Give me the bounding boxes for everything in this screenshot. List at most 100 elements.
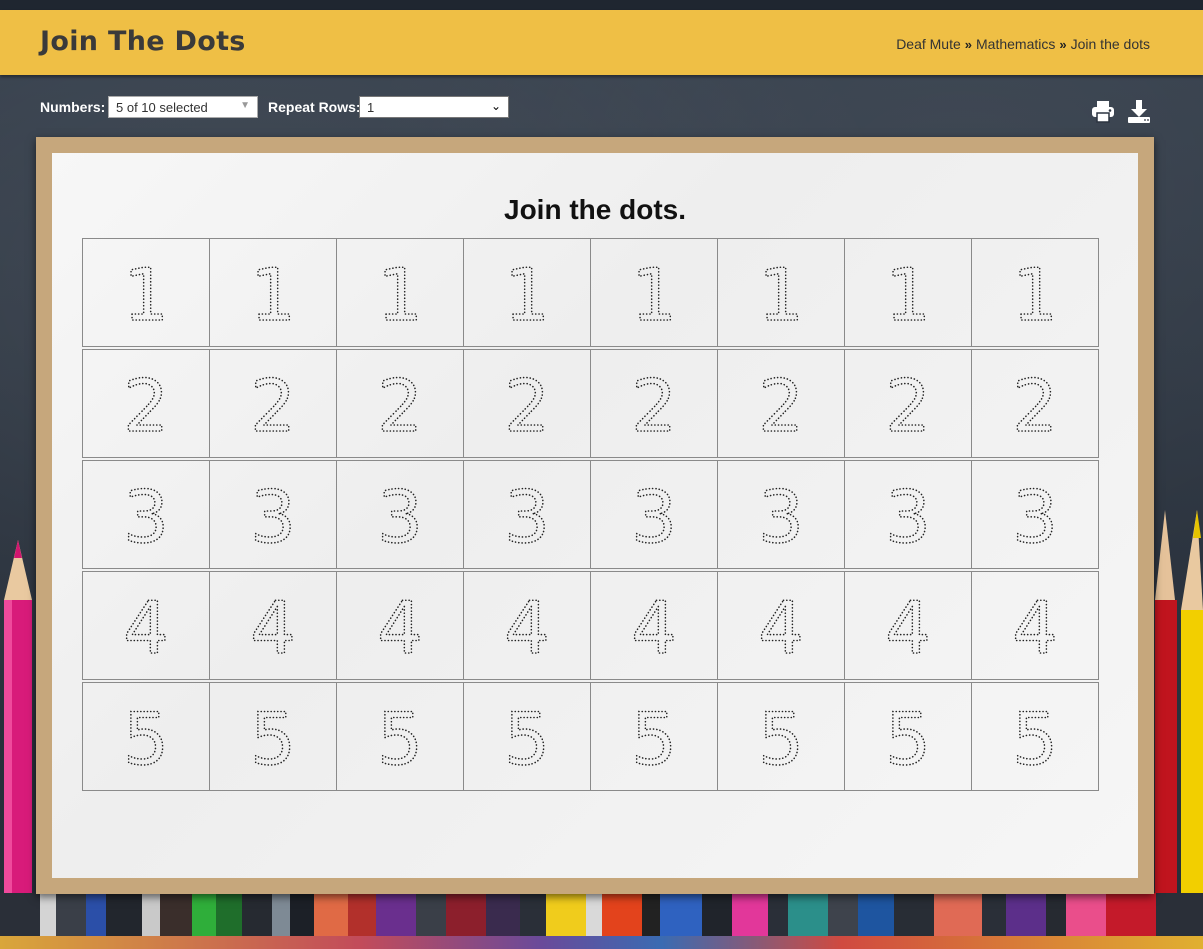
- dotted-digit-text: 2: [123, 369, 169, 439]
- dotted-digit-text: 4: [250, 591, 296, 661]
- dotted-digit-text: 3: [1012, 480, 1058, 550]
- dotted-digit: 5: [503, 702, 550, 772]
- tracing-cell: 4: [209, 571, 337, 680]
- tracing-cell: 3: [209, 460, 337, 569]
- dotted-digit-text: 2: [504, 369, 550, 439]
- tracing-cell: 3: [590, 460, 718, 569]
- tracing-cell: 1: [971, 238, 1099, 347]
- dotted-digit: 3: [630, 480, 677, 550]
- numbers-select[interactable]: 5 of 10 selected ▼: [108, 96, 258, 118]
- worksheet-row: 5 5 5 5 5 5 5 5: [82, 682, 1108, 791]
- dotted-digit-text: 1: [504, 258, 550, 328]
- dotted-digit-text: 1: [631, 258, 677, 328]
- dotted-digit: 1: [376, 258, 423, 328]
- tracing-cell: 3: [463, 460, 591, 569]
- dotted-digit: 1: [757, 258, 804, 328]
- dotted-digit-text: 5: [1012, 702, 1058, 772]
- numbers-label: Numbers:: [40, 99, 106, 115]
- dotted-digit-text: 3: [250, 480, 296, 550]
- dotted-digit-text: 1: [377, 258, 423, 328]
- dotted-digit: 5: [1011, 702, 1058, 772]
- tracing-cell: 5: [971, 682, 1099, 791]
- worksheet-title: Join the dots.: [504, 194, 686, 225]
- dotted-digit-text: 3: [123, 480, 169, 550]
- site-header: Join The Dots Deaf Mute » Mathematics » …: [0, 10, 1203, 75]
- dotted-digit-text: 2: [250, 369, 296, 439]
- repeat-rows-select[interactable]: 1 ⌄: [359, 96, 509, 118]
- tracing-cell: 5: [336, 682, 464, 791]
- tracing-cell: 2: [844, 349, 972, 458]
- dotted-digit-text: 5: [631, 702, 677, 772]
- dotted-digit: 5: [757, 702, 804, 772]
- tracing-cell: 5: [463, 682, 591, 791]
- tracing-cell: 2: [82, 349, 210, 458]
- tracing-cell: 3: [844, 460, 972, 569]
- pencil-decoration-left: [4, 540, 32, 940]
- dotted-digit: 3: [757, 480, 804, 550]
- tracing-cell: 3: [82, 460, 210, 569]
- dotted-digit: 2: [376, 369, 423, 439]
- tracing-cell: 1: [209, 238, 337, 347]
- numbers-select-value: 5 of 10 selected: [116, 100, 208, 115]
- dotted-digit-text: 4: [758, 591, 804, 661]
- dotted-digit: 5: [122, 702, 169, 772]
- dotted-digit-text: 4: [377, 591, 423, 661]
- dotted-digit: 5: [249, 702, 296, 772]
- tracing-cell: 3: [717, 460, 845, 569]
- tracing-cell: 1: [82, 238, 210, 347]
- bottom-color-bar: [0, 936, 1203, 949]
- dotted-digit-text: 2: [758, 369, 804, 439]
- dotted-digit-text: 5: [377, 702, 423, 772]
- dotted-digit-text: 3: [758, 480, 804, 550]
- tracing-cell: 2: [971, 349, 1099, 458]
- site-title: Join The Dots: [40, 26, 246, 57]
- dotted-digit-text: 1: [885, 258, 931, 328]
- dotted-digit-text: 5: [123, 702, 169, 772]
- tracing-cell: 2: [336, 349, 464, 458]
- dotted-digit: 5: [884, 702, 931, 772]
- dotted-digit-text: 1: [758, 258, 804, 328]
- tracing-cell: 3: [336, 460, 464, 569]
- dotted-digit-text: 5: [885, 702, 931, 772]
- dotted-digit-text: 5: [758, 702, 804, 772]
- repeat-rows-select-value: 1: [367, 100, 375, 115]
- tracing-cell: 4: [844, 571, 972, 680]
- dotted-digit-text: 3: [377, 480, 423, 550]
- dotted-digit: 2: [1011, 369, 1058, 439]
- dotted-digit: 3: [884, 480, 931, 550]
- dotted-digit: 4: [630, 591, 677, 661]
- dotted-digit: 2: [503, 369, 550, 439]
- breadcrumb-link-deaf-mute[interactable]: Deaf Mute: [896, 36, 961, 52]
- top-strip: [0, 0, 1203, 10]
- dotted-digit: 3: [249, 480, 296, 550]
- tracing-cell: 4: [82, 571, 210, 680]
- tracing-cell: 5: [844, 682, 972, 791]
- dotted-digit-text: 1: [250, 258, 296, 328]
- dotted-digit-text: 3: [631, 480, 677, 550]
- print-icon[interactable]: [1090, 98, 1116, 124]
- dotted-digit: 1: [249, 258, 296, 328]
- dotted-digit-text: 3: [504, 480, 550, 550]
- tracing-cell: 2: [209, 349, 337, 458]
- dotted-digit: 1: [122, 258, 169, 328]
- dot-tracing-grid: 1 1 1 1 1 1 1 1 2 2 2 2 2 2 2 2 3 3 3 3 3 3 3 3 4 4 4 4 4 4 4 4 5 5 5 5 5 5 5 5: [82, 238, 1108, 793]
- download-icon[interactable]: [1126, 98, 1152, 124]
- breadcrumb-separator-icon: »: [964, 36, 973, 52]
- dotted-digit-text: 5: [250, 702, 296, 772]
- dotted-digit: 4: [249, 591, 296, 661]
- breadcrumb-link-mathematics[interactable]: Mathematics: [976, 36, 1055, 52]
- tracing-cell: 4: [717, 571, 845, 680]
- dotted-digit-text: 4: [504, 591, 550, 661]
- dotted-digit-text: 2: [631, 369, 677, 439]
- tracing-cell: 4: [336, 571, 464, 680]
- worksheet-row: 3 3 3 3 3 3 3 3: [82, 460, 1108, 569]
- dotted-digit-text: 5: [504, 702, 550, 772]
- dotted-digit: 4: [503, 591, 550, 661]
- dotted-digit-text: 4: [631, 591, 677, 661]
- dotted-digit: 2: [122, 369, 169, 439]
- breadcrumb-separator-icon: »: [1059, 36, 1067, 52]
- tracing-cell: 2: [717, 349, 845, 458]
- pencil-decoration-right: [1155, 510, 1203, 940]
- tracing-cell: 1: [336, 238, 464, 347]
- tracing-cell: 2: [463, 349, 591, 458]
